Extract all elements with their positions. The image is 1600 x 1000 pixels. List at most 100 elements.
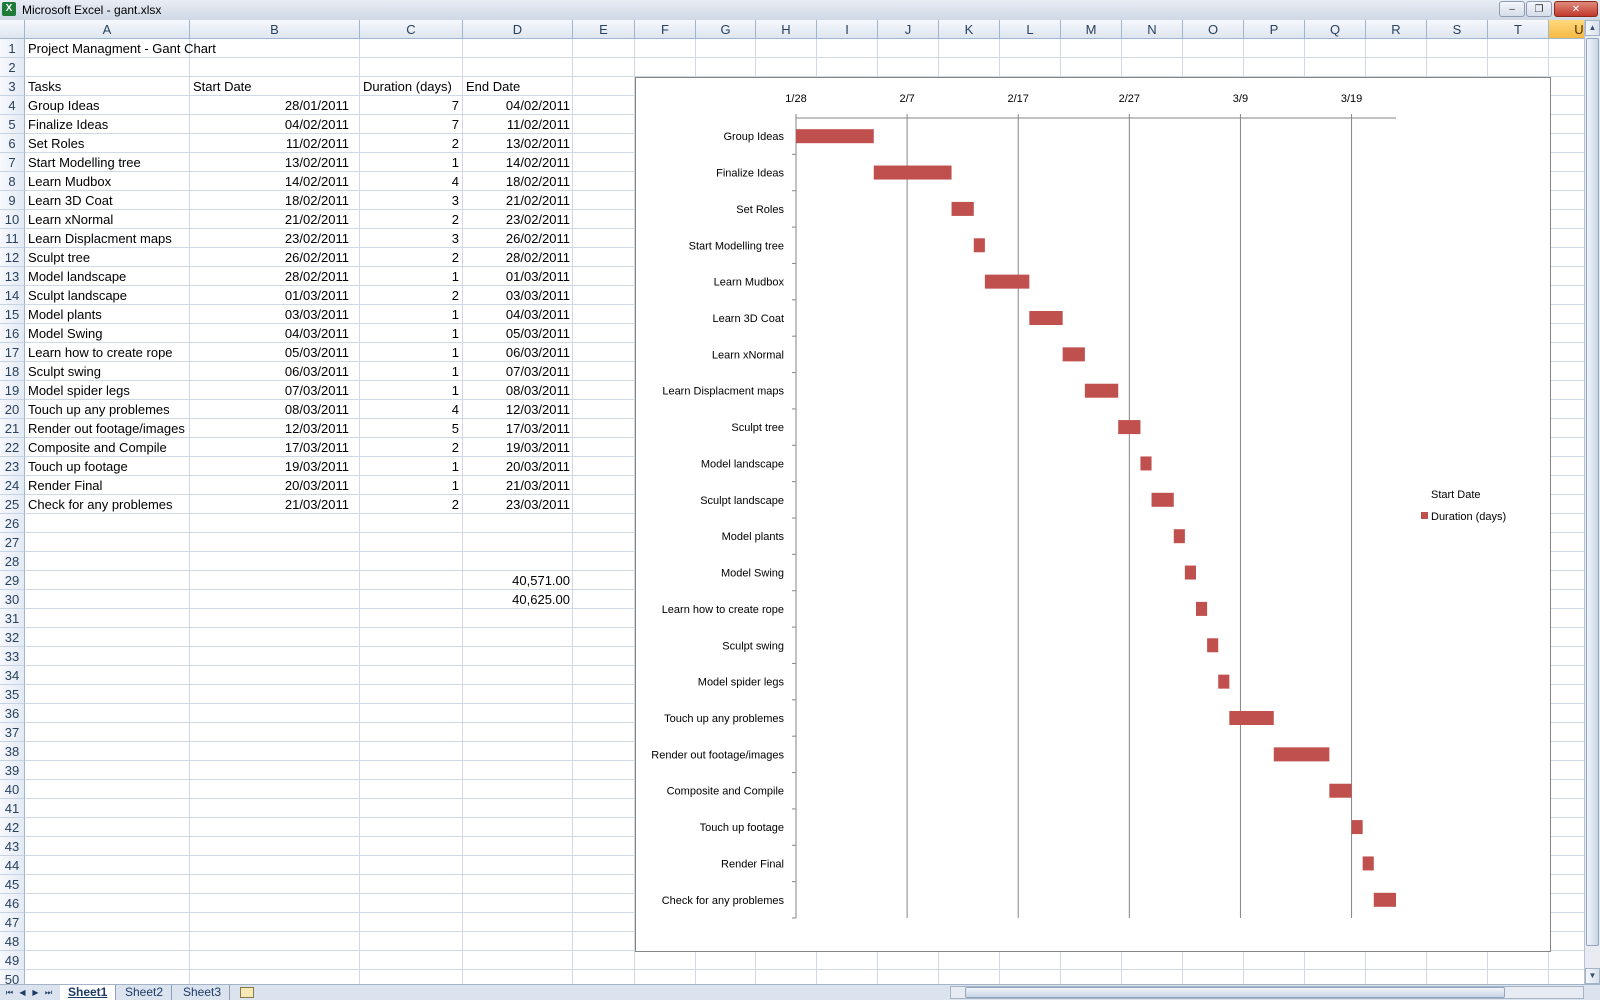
task-name-cell[interactable]: Sculpt landscape <box>25 286 187 305</box>
gantt-bar-1[interactable] <box>796 129 874 144</box>
row-header-13[interactable]: 13 <box>0 267 25 286</box>
duration-cell[interactable]: 2 <box>360 134 462 153</box>
row-header-30[interactable]: 30 <box>0 590 25 609</box>
start-date-cell[interactable]: 06/03/2011 <box>190 362 352 381</box>
row-header-29[interactable]: 29 <box>0 571 25 590</box>
start-date-cell[interactable]: 28/01/2011 <box>190 96 352 115</box>
end-date-cell[interactable]: 13/02/2011 <box>463 134 573 153</box>
task-name-cell[interactable]: Touch up any problemes <box>25 400 187 419</box>
column-header-n[interactable]: N <box>1122 20 1183 39</box>
duration-cell[interactable]: 1 <box>360 476 462 495</box>
column-header-k[interactable]: K <box>939 20 1000 39</box>
end-date-cell[interactable]: 26/02/2011 <box>463 229 573 248</box>
row-header-36[interactable]: 36 <box>0 704 25 723</box>
gantt-chart[interactable]: 1/28 2/7 2/17 2/27 3/9 3/19 Group Ideas Finaliz… <box>635 77 1551 952</box>
gantt-bar-6[interactable] <box>1029 311 1063 325</box>
sheet-title-cell[interactable]: Project Managment - Gant Chart <box>25 39 345 58</box>
end-date-cell[interactable]: 05/03/2011 <box>463 324 573 343</box>
end-date-cell[interactable]: 03/03/2011 <box>463 286 573 305</box>
scroll-down-arrow-icon[interactable]: ▼ <box>1585 968 1600 984</box>
duration-cell[interactable]: 1 <box>360 267 462 286</box>
duration-cell[interactable]: 1 <box>360 343 462 362</box>
task-name-cell[interactable]: Set Roles <box>25 134 187 153</box>
row-header-18[interactable]: 18 <box>0 362 25 381</box>
row-header-9[interactable]: 9 <box>0 191 25 210</box>
start-date-cell[interactable]: 07/03/2011 <box>190 381 352 400</box>
start-date-cell[interactable]: 26/02/2011 <box>190 248 352 267</box>
row-header-48[interactable]: 48 <box>0 932 25 951</box>
task-name-cell[interactable]: Render out footage/images <box>25 419 187 438</box>
minimize-button[interactable]: – <box>1499 1 1525 17</box>
column-header-i[interactable]: I <box>817 20 878 39</box>
row-header-25[interactable]: 25 <box>0 495 25 514</box>
column-header-r[interactable]: R <box>1366 20 1427 39</box>
last-sheet-nav-icon[interactable]: ⏭ <box>43 986 54 999</box>
start-date-cell[interactable]: 05/03/2011 <box>190 343 352 362</box>
column-header-t[interactable]: T <box>1488 20 1549 39</box>
end-date-cell[interactable]: 06/03/2011 <box>463 343 573 362</box>
row-header-2[interactable]: 2 <box>0 58 25 77</box>
row-header-7[interactable]: 7 <box>0 153 25 172</box>
gantt-bar-3[interactable] <box>951 201 974 216</box>
row-header-14[interactable]: 14 <box>0 286 25 305</box>
row-header-43[interactable]: 43 <box>0 837 25 856</box>
column-header-l[interactable]: L <box>1000 20 1061 39</box>
gantt-bar-9[interactable] <box>1118 420 1141 435</box>
close-button[interactable]: ✕ <box>1554 1 1598 17</box>
start-date-cell[interactable]: 21/03/2011 <box>190 495 352 514</box>
end-date-cell[interactable]: 04/03/2011 <box>463 305 573 324</box>
gantt-bar-4[interactable] <box>973 238 985 253</box>
row-header-27[interactable]: 27 <box>0 533 25 552</box>
gantt-bar-13[interactable] <box>1184 565 1196 580</box>
row-header-8[interactable]: 8 <box>0 172 25 191</box>
gantt-bar-21[interactable] <box>1362 856 1374 871</box>
end-date-cell[interactable]: 18/02/2011 <box>463 172 573 191</box>
gantt-bar-2[interactable] <box>873 165 952 180</box>
insert-sheet-icon[interactable] <box>240 987 254 998</box>
header-end-date[interactable]: End Date <box>463 77 573 96</box>
column-header-o[interactable]: O <box>1183 20 1244 39</box>
sheet-tab-sheet3[interactable]: Sheet3 <box>175 985 231 1000</box>
row-header-3[interactable]: 3 <box>0 77 25 96</box>
task-name-cell[interactable]: Model Swing <box>25 324 187 343</box>
task-name-cell[interactable]: Learn 3D Coat <box>25 191 187 210</box>
duration-cell[interactable]: 4 <box>360 400 462 419</box>
duration-cell[interactable]: 3 <box>360 191 462 210</box>
row-header-38[interactable]: 38 <box>0 742 25 761</box>
start-date-cell[interactable]: 17/03/2011 <box>190 438 352 457</box>
restore-button[interactable]: ❐ <box>1526 1 1552 17</box>
sheet-tab-sheet1[interactable]: Sheet1 <box>60 985 117 1000</box>
end-date-cell[interactable]: 11/02/2011 <box>463 115 573 134</box>
horizontal-scroll-thumb[interactable] <box>965 987 1505 998</box>
end-date-cell[interactable]: 14/02/2011 <box>463 153 573 172</box>
sheet-tab-sheet2[interactable]: Sheet2 <box>117 985 173 1000</box>
excel-app-icon[interactable]: X <box>2 2 16 16</box>
duration-cell[interactable]: 1 <box>360 324 462 343</box>
row-header-49[interactable]: 49 <box>0 951 25 970</box>
row-header-50[interactable]: 50 <box>0 970 25 984</box>
row-header-17[interactable]: 17 <box>0 343 25 362</box>
duration-cell[interactable]: 1 <box>360 305 462 324</box>
duration-cell[interactable]: 1 <box>360 362 462 381</box>
vertical-scrollbar[interactable]: ▲ ▼ <box>1584 20 1600 984</box>
task-name-cell[interactable]: Learn xNormal <box>25 210 187 229</box>
gantt-bar-16[interactable] <box>1218 674 1230 689</box>
row-header-6[interactable]: 6 <box>0 134 25 153</box>
task-name-cell[interactable]: Learn Mudbox <box>25 172 187 191</box>
end-date-cell[interactable]: 23/03/2011 <box>463 495 573 514</box>
start-date-cell[interactable]: 18/02/2011 <box>190 191 352 210</box>
row-header-42[interactable]: 42 <box>0 818 25 837</box>
task-name-cell[interactable]: Composite and Compile <box>25 438 187 457</box>
start-date-cell[interactable]: 11/02/2011 <box>190 134 352 153</box>
column-header-f[interactable]: F <box>635 20 696 39</box>
row-header-47[interactable]: 47 <box>0 913 25 932</box>
end-date-cell[interactable]: 19/03/2011 <box>463 438 573 457</box>
start-date-cell[interactable]: 14/02/2011 <box>190 172 352 191</box>
gantt-bar-18[interactable] <box>1273 747 1330 762</box>
row-header-26[interactable]: 26 <box>0 514 25 533</box>
header-duration[interactable]: Duration (days) <box>360 77 462 96</box>
task-name-cell[interactable]: Check for any problemes <box>25 495 187 514</box>
row-header-31[interactable]: 31 <box>0 609 25 628</box>
gantt-bar-15[interactable] <box>1207 638 1219 653</box>
duration-cell[interactable]: 2 <box>360 286 462 305</box>
